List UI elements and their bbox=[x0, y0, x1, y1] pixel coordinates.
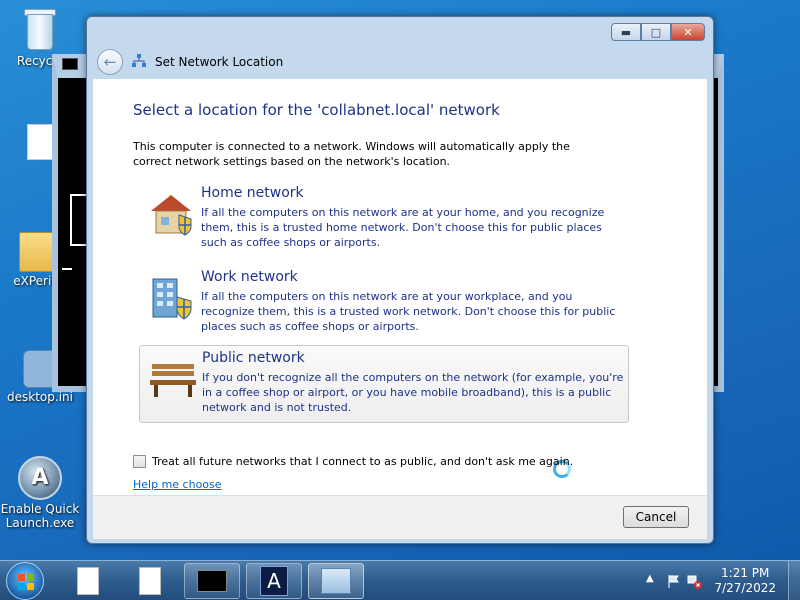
option-work-network[interactable]: Work network If all the computers on thi… bbox=[139, 265, 629, 343]
back-button[interactable]: ← bbox=[97, 49, 123, 75]
treat-as-public-checkbox-row[interactable]: Treat all future networks that I connect… bbox=[133, 455, 573, 468]
option-description: If you don't recognize all the computers… bbox=[202, 371, 624, 414]
show-hidden-icons-button[interactable]: ▲ bbox=[646, 573, 654, 584]
windows-logo-icon bbox=[18, 574, 34, 590]
quick-launch-icon: A bbox=[260, 566, 288, 596]
office-building-icon bbox=[152, 278, 192, 320]
file-icon bbox=[139, 567, 161, 595]
page-heading: Select a location for the 'collabnet.loc… bbox=[133, 101, 500, 119]
console-text bbox=[62, 268, 72, 270]
close-button[interactable]: ✕ bbox=[671, 23, 705, 41]
desktop-icon-label: desktop.ini bbox=[7, 390, 73, 404]
option-title: Work network bbox=[201, 269, 298, 285]
titlebar[interactable]: ▬ □ ✕ ← Set Network Location bbox=[87, 17, 713, 79]
window-controls: ▬ □ ✕ bbox=[611, 23, 705, 41]
option-title: Public network bbox=[202, 350, 305, 366]
option-description: If all the computers on this network are… bbox=[201, 290, 616, 333]
minimize-icon: ▬ bbox=[620, 25, 632, 39]
taskbar-item-file-1[interactable] bbox=[60, 563, 116, 599]
console-icon bbox=[197, 570, 227, 592]
maximize-button[interactable]: □ bbox=[641, 23, 671, 41]
chevron-up-icon: ▲ bbox=[646, 573, 654, 584]
checkbox-label: Treat all future networks that I connect… bbox=[152, 455, 574, 468]
desktop-icon-label: Enable Quick Launch.exe bbox=[0, 502, 80, 530]
file-icon bbox=[77, 567, 99, 595]
taskbar-item-network-dialog[interactable] bbox=[308, 563, 364, 599]
cancel-button[interactable]: Cancel bbox=[623, 506, 689, 528]
folder-icon bbox=[19, 232, 53, 272]
system-tray: ▲ 1:21 PM 7/27/2022 bbox=[630, 561, 800, 600]
show-desktop-button[interactable] bbox=[788, 561, 800, 600]
network-settings-icon bbox=[321, 568, 351, 594]
option-home-network[interactable]: Home network If all the computers on thi… bbox=[139, 181, 629, 259]
start-button[interactable] bbox=[6, 562, 44, 600]
clock[interactable]: 1:21 PM 7/27/2022 bbox=[714, 566, 776, 596]
console-title bbox=[62, 58, 78, 70]
park-bench-icon bbox=[150, 364, 196, 397]
action-center-flag-icon[interactable] bbox=[666, 573, 682, 589]
clock-time: 1:21 PM bbox=[721, 566, 770, 580]
close-icon: ✕ bbox=[683, 25, 693, 39]
network-icon bbox=[132, 54, 146, 67]
minimize-button[interactable]: ▬ bbox=[611, 23, 641, 41]
dialog-content: Select a location for the 'collabnet.loc… bbox=[93, 79, 707, 495]
back-arrow-icon: ← bbox=[103, 53, 117, 71]
desktop-icon-enable-quick-launch[interactable]: A Enable Quick Launch.exe bbox=[0, 456, 80, 530]
quick-launch-icon: A bbox=[18, 456, 62, 500]
dialog-title: Set Network Location bbox=[155, 55, 284, 69]
option-title: Home network bbox=[201, 185, 304, 201]
console-icon bbox=[62, 58, 78, 70]
taskbar-item-quick-launch[interactable]: A bbox=[246, 563, 302, 599]
treat-as-public-checkbox[interactable] bbox=[133, 455, 146, 468]
house-icon bbox=[151, 195, 192, 236]
help-me-choose-link[interactable]: Help me choose bbox=[133, 478, 222, 491]
option-description: If all the computers on this network are… bbox=[201, 206, 605, 249]
option-public-network[interactable]: Public network If you don't recognize al… bbox=[139, 345, 629, 423]
set-network-location-dialog: ▬ □ ✕ ← Set Network Location Select a lo… bbox=[86, 16, 714, 544]
maximize-icon: □ bbox=[650, 25, 662, 39]
file-icon bbox=[27, 124, 53, 160]
recycle-bin-icon bbox=[23, 6, 57, 52]
network-status-icon[interactable] bbox=[686, 573, 702, 589]
intro-text: This computer is connected to a network.… bbox=[133, 140, 570, 168]
taskbar-item-console[interactable] bbox=[184, 563, 240, 599]
taskbar-item-file-2[interactable] bbox=[122, 563, 178, 599]
clock-date: 7/27/2022 bbox=[714, 581, 776, 595]
taskbar: A ▲ 1:21 PM 7/27/2022 bbox=[0, 560, 800, 600]
dialog-footer: Cancel bbox=[93, 495, 707, 539]
